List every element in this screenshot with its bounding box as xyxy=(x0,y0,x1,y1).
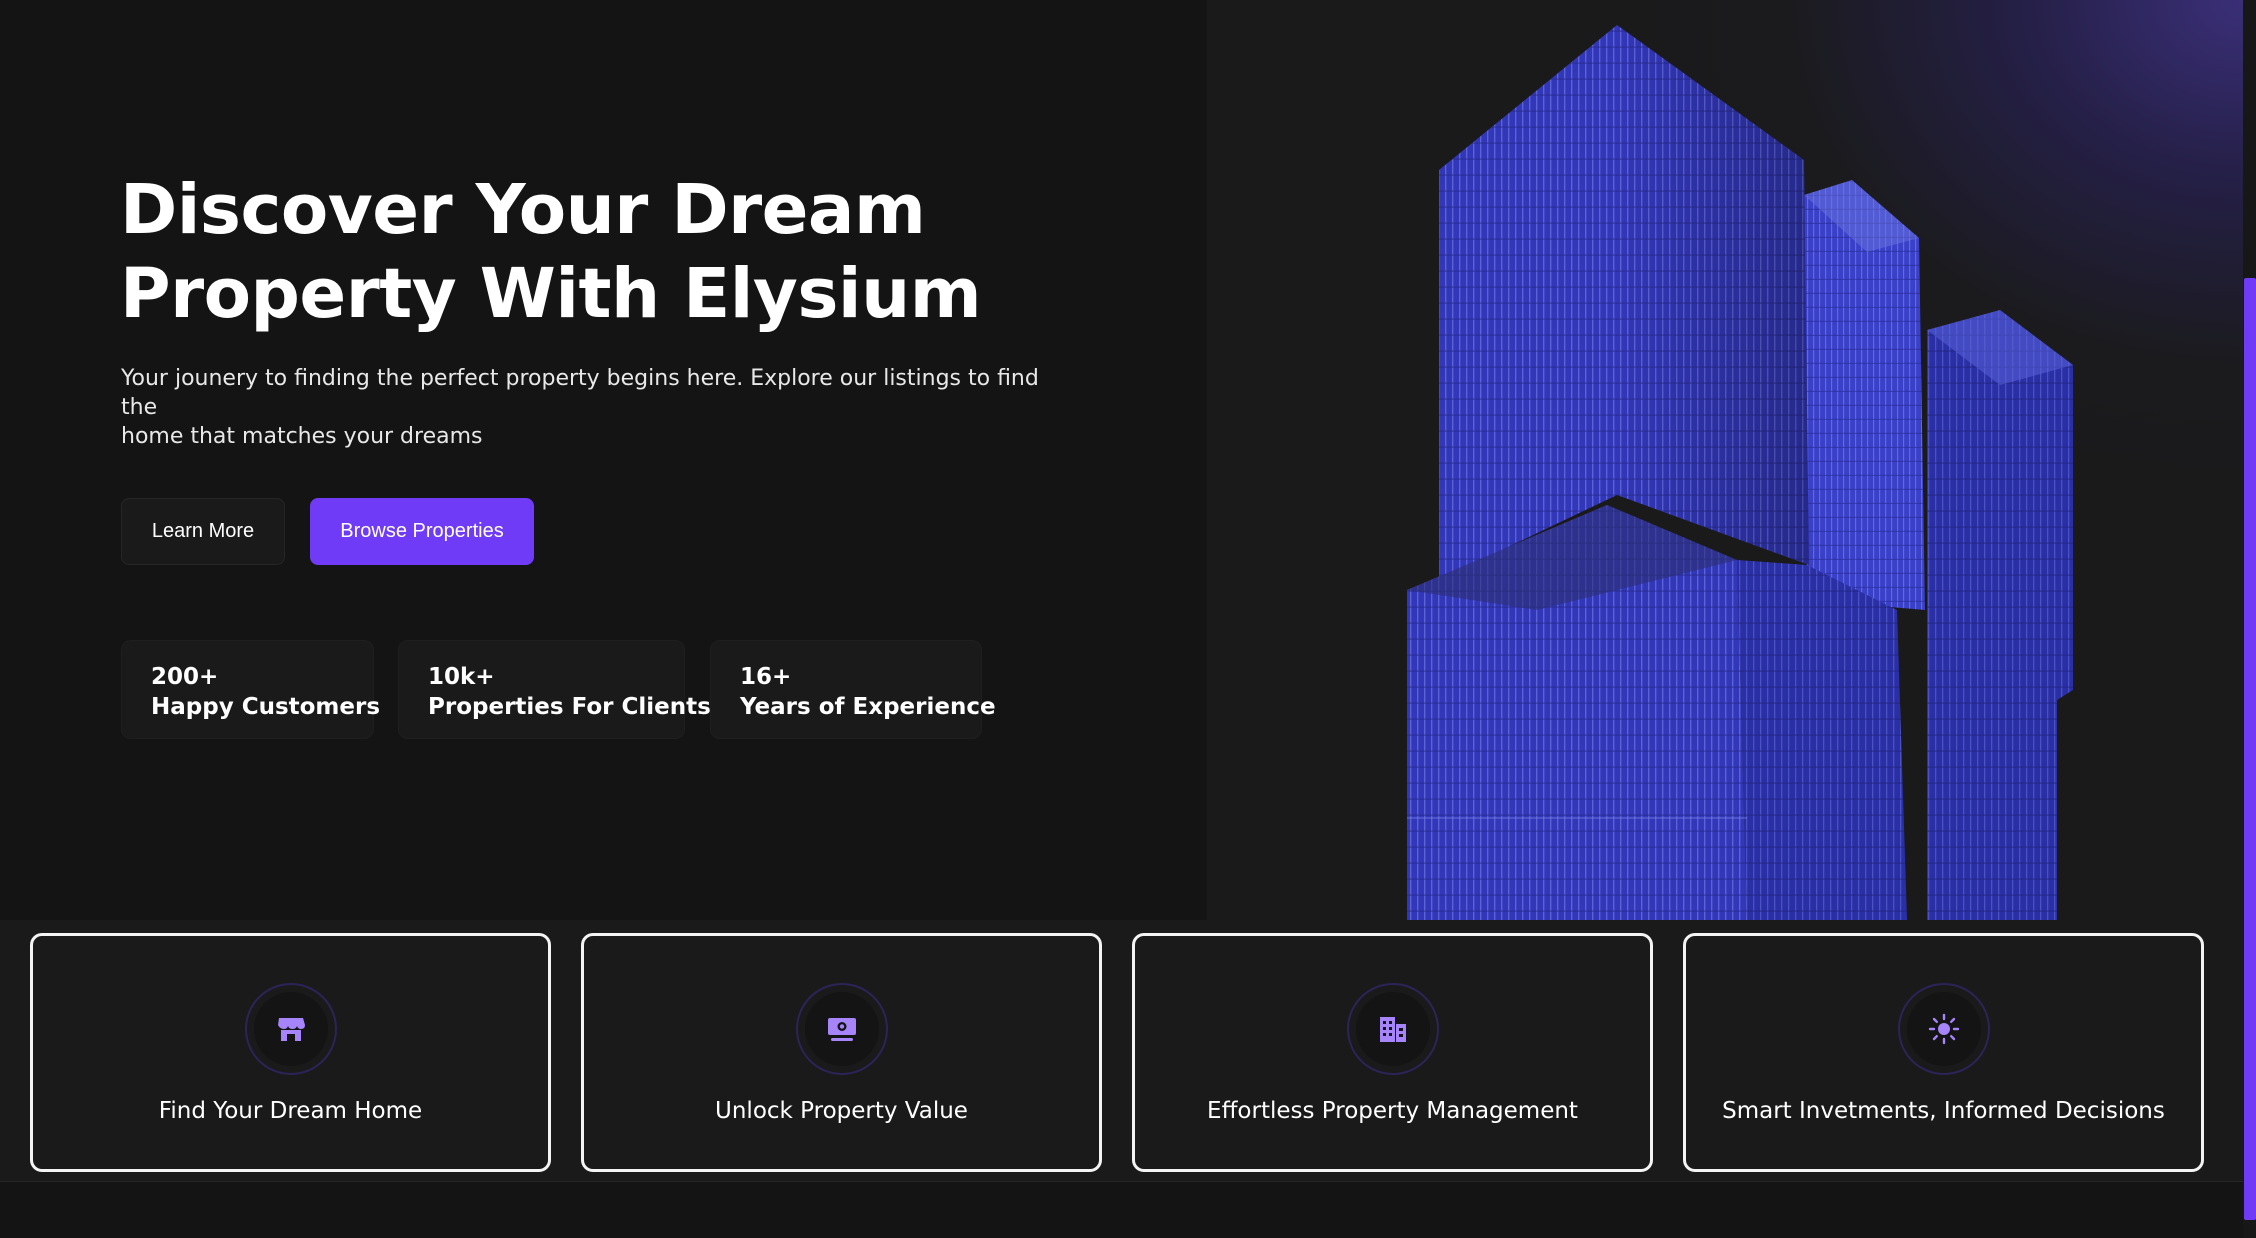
hero-subtitle: Your jounery to finding the perfect prop… xyxy=(121,364,1061,451)
next-section-edge xyxy=(0,1182,2243,1238)
learn-more-button[interactable]: Learn More xyxy=(121,498,285,565)
feature-label: Smart Invetments, Informed Decisions xyxy=(1722,1098,2165,1124)
stat-number: 16+ xyxy=(740,664,792,690)
stat-number: 10k+ xyxy=(428,664,495,690)
icon-circle xyxy=(244,983,337,1075)
feature-card-property-management[interactable]: Effortless Property Management xyxy=(1132,933,1653,1172)
icon-circle xyxy=(1346,983,1439,1075)
browse-properties-button[interactable]: Browse Properties xyxy=(310,498,534,565)
hero-title-line-1: Discover Your Dream xyxy=(120,170,926,250)
feature-card-dream-home[interactable]: Find Your Dream Home xyxy=(30,933,551,1172)
storefront-icon xyxy=(277,1018,305,1041)
feature-label: Effortless Property Management xyxy=(1207,1098,1578,1124)
page: Discover Your Dream Property With Elysiu… xyxy=(0,0,2256,1238)
buildings-icon xyxy=(1379,1017,1406,1042)
stat-label: Years of Experience xyxy=(740,694,996,720)
scrollbar-thumb[interactable] xyxy=(2244,278,2256,1220)
hero-title: Discover Your Dream Property With Elysiu… xyxy=(120,168,1020,336)
hero-building-image xyxy=(1207,0,2243,920)
hero-title-line-2: Property With Elysium xyxy=(120,254,982,334)
stat-number: 200+ xyxy=(151,664,219,690)
icon-circle xyxy=(1897,983,1990,1075)
icon-circle xyxy=(795,983,888,1075)
feature-card-property-value[interactable]: Unlock Property Value xyxy=(581,933,1102,1172)
hero-subtitle-line-2: home that matches your dreams xyxy=(121,424,483,449)
hero-subtitle-line-1: Your jounery to finding the perfect prop… xyxy=(121,366,1039,420)
building-illustration xyxy=(1407,25,2073,920)
money-icon xyxy=(827,1018,856,1041)
stat-label: Happy Customers xyxy=(151,694,381,720)
features-section: Find Your Dream Home Unlock Property Val… xyxy=(0,920,2243,1182)
stat-properties: 10k+ Properties For Clients xyxy=(398,640,711,739)
feature-card-smart-investments[interactable]: Smart Invetments, Informed Decisions xyxy=(1683,933,2204,1172)
sun-icon xyxy=(1928,1013,1959,1045)
feature-label: Unlock Property Value xyxy=(715,1098,968,1124)
stat-experience: 16+ Years of Experience xyxy=(710,640,996,739)
feature-label: Find Your Dream Home xyxy=(158,1098,423,1124)
stat-label: Properties For Clients xyxy=(428,694,711,720)
hero-section: Discover Your Dream Property With Elysiu… xyxy=(0,0,1207,920)
stat-happy-customers: 200+ Happy Customers xyxy=(121,640,381,739)
